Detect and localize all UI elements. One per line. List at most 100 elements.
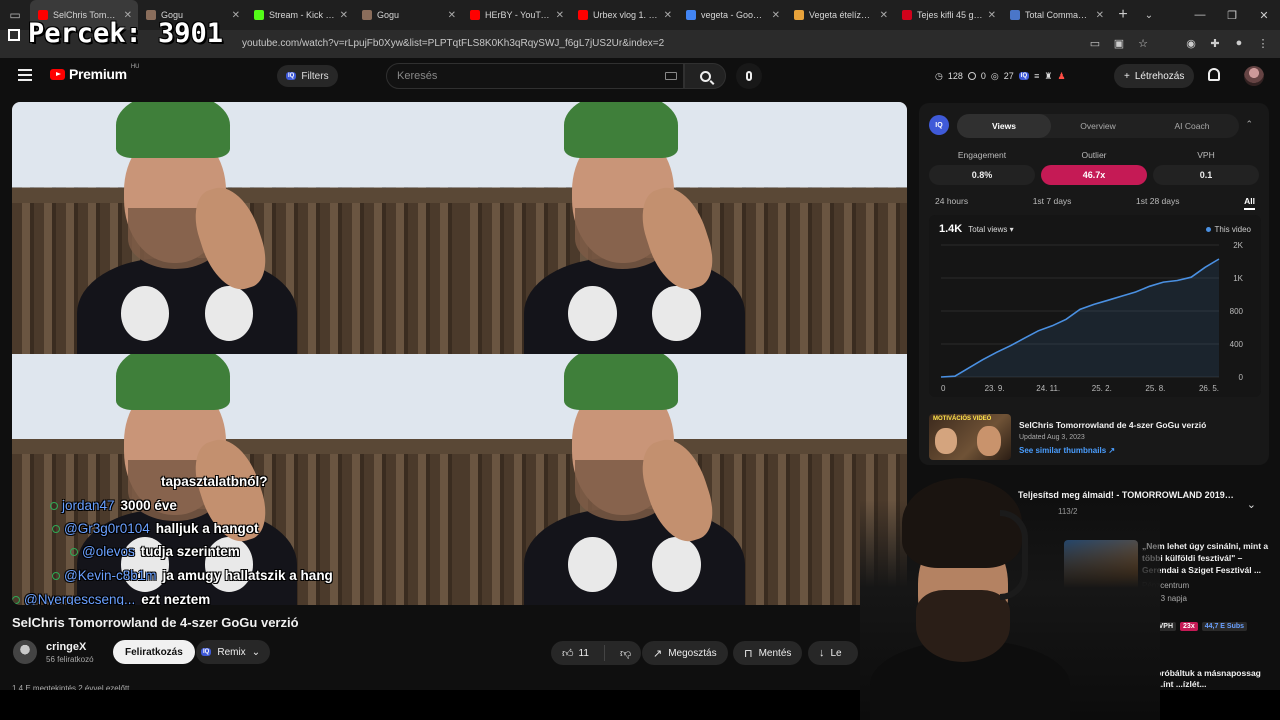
subs-chip: 44,7 E Subs bbox=[1201, 622, 1248, 631]
tab-close-icon[interactable]: ✕ bbox=[340, 10, 348, 21]
browser-tab[interactable]: Urbex vlog 1. rész ✕ bbox=[570, 0, 678, 30]
download-icon: ↓ bbox=[819, 647, 825, 659]
extensions-icon[interactable]: ✚ bbox=[1208, 36, 1222, 50]
bookmark-star-icon[interactable]: ☆ bbox=[1136, 36, 1150, 50]
tab-close-icon[interactable]: ✕ bbox=[448, 10, 456, 21]
chat-badge-icon bbox=[12, 596, 20, 605]
panel-thumbnail[interactable]: MOTIVÁCIÓS VIDEÓ bbox=[929, 414, 1011, 460]
x-tick-label: 25. 2. bbox=[1092, 384, 1112, 393]
tab-list-chevron-icon[interactable]: ⌄ bbox=[1136, 0, 1162, 30]
search-input[interactable]: Keresés bbox=[386, 63, 684, 89]
search-placeholder: Keresés bbox=[397, 70, 438, 82]
save-button[interactable]: ⊓ Mentés bbox=[733, 641, 803, 665]
browser-tab[interactable]: vegeta - Google-ke ✕ bbox=[678, 0, 786, 30]
tab-close-icon[interactable]: ✕ bbox=[664, 10, 672, 21]
create-button[interactable]: + Létrehozás bbox=[1114, 64, 1195, 88]
channel-stats[interactable]: ◷ 128 0 ◎ 27 IQ ≡ ♜ ♟ bbox=[935, 66, 1066, 86]
search-button[interactable] bbox=[684, 63, 726, 89]
tab-favicon-icon bbox=[902, 10, 912, 20]
expand-chevron-icon[interactable]: ⌄ bbox=[1247, 498, 1256, 511]
youtube-premium-logo[interactable]: Premium HU bbox=[50, 64, 139, 82]
chat-message: @Gr3g0r0104 halljuk a hangot bbox=[52, 521, 259, 541]
panel-tabs: Views Overview AI Coach bbox=[957, 114, 1239, 138]
tab-favicon-icon bbox=[686, 10, 696, 20]
trophy-icon[interactable]: ♜ bbox=[1044, 71, 1052, 82]
similar-thumbnails-link[interactable]: See similar thumbnails ↗ bbox=[1019, 446, 1115, 455]
list-icon[interactable]: ≡ bbox=[1034, 71, 1039, 81]
metrics-row: Engagement 0.8% Outlier 46.7x VPH 0.1 bbox=[929, 150, 1259, 185]
new-tab-button[interactable]: + bbox=[1110, 0, 1136, 30]
x-tick-label: 26. 5. bbox=[1199, 384, 1219, 393]
share-label: Megosztás bbox=[668, 647, 717, 659]
browser-tab[interactable]: HErBY - YouTube ✕ bbox=[462, 0, 570, 30]
eye-icon: ◎ bbox=[990, 70, 999, 81]
tab-close-icon[interactable]: ✕ bbox=[556, 10, 564, 21]
menu-dots-icon[interactable]: ⋮ bbox=[1256, 36, 1270, 50]
counter-icon bbox=[8, 28, 20, 41]
remix-button[interactable]: IQ Remix ⌄ bbox=[196, 640, 271, 664]
chat-message: tapasztalatbnól? bbox=[161, 474, 268, 494]
chat-badge-icon bbox=[52, 572, 60, 581]
download-button[interactable]: ↓ Le bbox=[808, 641, 858, 665]
search-icon bbox=[699, 70, 711, 82]
related-video-title[interactable]: „Nem lehet úgy csinálni, mint a többi kü… bbox=[1142, 540, 1270, 576]
restore-button[interactable]: ❐ bbox=[1216, 0, 1248, 30]
share-button[interactable]: ↗ Megosztás bbox=[642, 641, 728, 665]
profile-icon[interactable]: ◉ bbox=[1184, 36, 1198, 50]
tab-close-icon[interactable]: ✕ bbox=[232, 10, 240, 21]
browser-tab[interactable]: Total Commander - ✕ bbox=[1002, 0, 1110, 30]
iq-icon[interactable]: IQ bbox=[1018, 72, 1030, 80]
keyboard-icon[interactable] bbox=[665, 72, 677, 80]
range-option[interactable]: 1st 7 days bbox=[1033, 196, 1072, 210]
minimize-button[interactable]: — bbox=[1184, 0, 1216, 30]
clock-icon: ◷ bbox=[935, 70, 943, 81]
dislike-button[interactable]: 👎︎ bbox=[611, 647, 631, 660]
panel-tab-views[interactable]: Views bbox=[957, 114, 1051, 138]
video-title: SelChris Tomorrowland de 4-szer GoGu ver… bbox=[12, 615, 299, 630]
tab-favicon-icon bbox=[1010, 10, 1020, 20]
stat-views: 128 bbox=[947, 71, 963, 81]
thumb-face-right bbox=[977, 426, 1001, 456]
outlier-chip: 23x bbox=[1180, 622, 1198, 631]
tab-close-icon[interactable]: ✕ bbox=[772, 10, 780, 21]
comment-icon bbox=[967, 72, 976, 80]
browser-tab[interactable]: Gogu ✕ bbox=[354, 0, 462, 30]
range-option[interactable]: 24 hours bbox=[935, 196, 968, 210]
browser-tab[interactable]: Stream - Kick Dashb ✕ bbox=[246, 0, 354, 30]
chat-badge-icon bbox=[70, 548, 78, 557]
collapse-chevron-icon[interactable]: ⌃ bbox=[1245, 119, 1253, 130]
browser-tab[interactable]: Tejes kifli 45 g - Tes ✕ bbox=[894, 0, 1002, 30]
tab-close-icon[interactable]: ✕ bbox=[988, 10, 996, 21]
download-label: Le bbox=[830, 647, 842, 659]
voice-search-button[interactable] bbox=[736, 63, 762, 89]
tab-favicon-icon bbox=[362, 10, 372, 20]
hamburger-menu-icon[interactable] bbox=[18, 69, 32, 81]
video-player[interactable]: tapasztalatbnól? jordan47 3000 éve @Gr3g0r0… bbox=[12, 102, 907, 605]
panel-tab-overview[interactable]: Overview bbox=[1051, 114, 1145, 138]
y-tick-label: 2K bbox=[1233, 241, 1243, 250]
account-avatar[interactable] bbox=[1244, 66, 1264, 86]
like-dislike-group: 👍︎ 11 👎︎ bbox=[551, 641, 641, 665]
headset-icon bbox=[1000, 510, 1028, 600]
channel-avatar[interactable] bbox=[13, 640, 37, 664]
subscribe-button[interactable]: Feliratkozás bbox=[113, 640, 195, 664]
channel-name[interactable]: cringeX bbox=[46, 641, 86, 653]
cast-icon[interactable]: ▭ bbox=[1088, 36, 1102, 50]
time-range-selector: 24 hours 1st 7 days 1st 28 days All bbox=[935, 196, 1255, 210]
like-button[interactable]: 👍︎ 11 bbox=[551, 645, 605, 661]
range-option[interactable]: All bbox=[1244, 196, 1255, 210]
range-option[interactable]: 1st 28 days bbox=[1136, 196, 1179, 210]
tab-close-icon[interactable]: ✕ bbox=[1096, 10, 1104, 21]
alert-icon[interactable]: ♟ bbox=[1057, 71, 1065, 82]
tab-label: Gogu bbox=[377, 10, 400, 20]
panel-tab-ai-coach[interactable]: AI Coach bbox=[1145, 114, 1239, 138]
notifications-bell-icon[interactable] bbox=[1208, 68, 1220, 81]
filters-button[interactable]: IQ Filters bbox=[277, 65, 338, 87]
related-video-2-title[interactable]: próbáltuk a másnapossag ...ínt ...ízlét.… bbox=[1156, 668, 1270, 690]
extension-iq-icon[interactable]: ● bbox=[1232, 36, 1246, 50]
screenshot-icon[interactable]: ▣ bbox=[1112, 36, 1126, 50]
tab-close-icon[interactable]: ✕ bbox=[880, 10, 888, 21]
url-field[interactable]: youtube.com/watch?v=rLpujFb0Xyw&list=PLP… bbox=[242, 38, 664, 49]
close-window-button[interactable]: ✕ bbox=[1248, 0, 1280, 30]
browser-tab[interactable]: Vegeta ételízesítő ✕ bbox=[786, 0, 894, 30]
